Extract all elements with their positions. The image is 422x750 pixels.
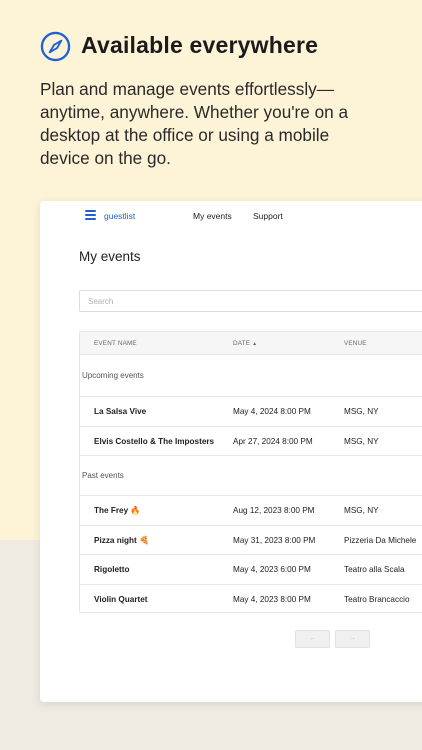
event-name: The Frey 🔥 (94, 506, 141, 515)
next-page-button[interactable]: → (335, 630, 370, 648)
column-date-label: DATE (233, 340, 251, 347)
nav-support[interactable]: Support (253, 211, 283, 221)
event-date: May 4, 2024 8:00 PM (233, 407, 311, 416)
table-row[interactable]: The Frey 🔥 Aug 12, 2023 8:00 PM MSG, NY (80, 495, 422, 525)
past-events-group: Past events (80, 455, 422, 495)
event-name: Pizza night 🍕 (94, 535, 150, 545)
table-header: EVENT NAME DATE ▲ VENUE (80, 331, 422, 355)
column-venue[interactable]: VENUE (344, 340, 367, 347)
brand-logo[interactable]: guestlist (104, 211, 135, 221)
table-row[interactable]: Violin Quartet May 4, 2023 8:00 PM Teatr… (80, 583, 422, 614)
table-row[interactable]: Rigoletto May 4, 2023 6:00 PM Teatro all… (80, 554, 422, 584)
search-input[interactable] (79, 290, 422, 312)
menu-icon[interactable] (85, 210, 96, 220)
event-date: May 31, 2023 8:00 PM (233, 535, 316, 545)
event-name: Violin Quartet (94, 594, 148, 604)
event-date: May 4, 2023 8:00 PM (233, 594, 311, 604)
table-row[interactable]: Elvis Costello & The Imposters Apr 27, 2… (80, 425, 422, 456)
event-date: May 4, 2023 6:00 PM (233, 565, 311, 574)
event-venue: Teatro Brancaccio (344, 594, 410, 604)
event-name: Rigoletto (94, 565, 130, 574)
event-venue: MSG, NY (344, 407, 379, 416)
past-events-label: Past events (82, 471, 124, 480)
table-row[interactable]: Pizza night 🍕 May 31, 2023 8:00 PM Pizze… (80, 524, 422, 555)
column-date[interactable]: DATE ▲ (233, 340, 257, 347)
column-event-name[interactable]: EVENT NAME (94, 340, 137, 347)
event-date: Aug 12, 2023 8:00 PM (233, 506, 315, 515)
app-window: guestlist My events Support My events EV… (40, 201, 422, 702)
event-venue: Teatro alla Scala (344, 565, 405, 574)
event-date: Apr 27, 2024 8:00 PM (233, 436, 313, 446)
hero-title: Available everywhere (81, 32, 319, 58)
table-row[interactable]: La Salsa Vive May 4, 2024 8:00 PM MSG, N… (80, 396, 422, 426)
compass-icon (40, 31, 71, 62)
sort-ascending-icon: ▲ (252, 341, 258, 347)
event-venue: MSG, NY (344, 436, 379, 446)
event-venue: Pizzeria Da Michele (344, 535, 417, 545)
upcoming-events-label: Upcoming events (82, 371, 144, 380)
event-name: Elvis Costello & The Imposters (94, 436, 215, 446)
top-nav: guestlist My events Support (40, 201, 422, 231)
page-title: My events (79, 249, 141, 264)
events-table: EVENT NAME DATE ▲ VENUE Upcoming events L… (79, 331, 422, 613)
nav-my-events[interactable]: My events (193, 211, 232, 221)
hero-description: Plan and manage events effortlessly—anyt… (40, 79, 349, 168)
previous-page-button[interactable]: ← (295, 630, 330, 648)
event-venue: MSG, NY (344, 506, 379, 515)
event-name: La Salsa Vive (94, 407, 147, 416)
